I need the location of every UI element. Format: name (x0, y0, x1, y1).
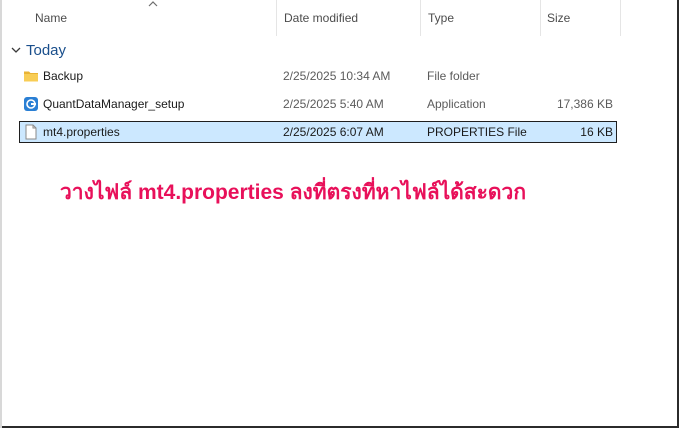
group-header-label: Today (26, 41, 67, 59)
sort-ascending-icon (148, 1, 158, 7)
chevron-down-icon[interactable] (10, 44, 22, 56)
file-icon (25, 124, 37, 140)
column-header-bar: Name Date modified Type Size (0, 0, 677, 36)
instruction-annotation: วางไฟล์ mt4.properties ลงที่ตรงที่หาไฟล์… (60, 181, 527, 204)
window-left-edge (0, 0, 2, 428)
column-header-size-label: Size (547, 11, 571, 25)
column-header-size[interactable]: Size (540, 0, 620, 36)
column-header-type[interactable]: Type (420, 0, 540, 36)
file-date: 2/25/2025 5:40 AM (283, 97, 384, 111)
folder-icon (24, 71, 38, 82)
file-row-quantdatamanager-setup[interactable]: QuantDataManager_setup 2/25/2025 5:40 AM… (19, 93, 617, 115)
file-type: PROPERTIES File (427, 125, 527, 139)
file-type: Application (427, 97, 486, 111)
column-header-date-label: Date modified (284, 11, 359, 25)
file-size (539, 65, 613, 87)
file-size: 17,386 KB (556, 97, 613, 111)
file-date: 2/25/2025 10:34 AM (283, 69, 391, 83)
group-header-today[interactable]: Today (10, 40, 66, 60)
column-header-date[interactable]: Date modified (276, 0, 420, 36)
file-size: 16 KB (580, 125, 613, 139)
file-type: File folder (427, 69, 480, 83)
file-name: Backup (43, 69, 84, 83)
file-name: QuantDataManager_setup (43, 97, 185, 111)
column-header-name-label: Name (35, 11, 68, 25)
column-header-type-label: Type (428, 11, 455, 25)
column-header-spacer (620, 0, 677, 36)
file-name: mt4.properties (43, 125, 120, 139)
file-row-backup[interactable]: Backup 2/25/2025 10:34 AM File folder (19, 65, 617, 87)
application-icon (24, 97, 38, 111)
file-date: 2/25/2025 6:07 AM (283, 125, 384, 139)
file-row-mt4-properties[interactable]: mt4.properties 2/25/2025 6:07 AM PROPERT… (19, 121, 617, 143)
